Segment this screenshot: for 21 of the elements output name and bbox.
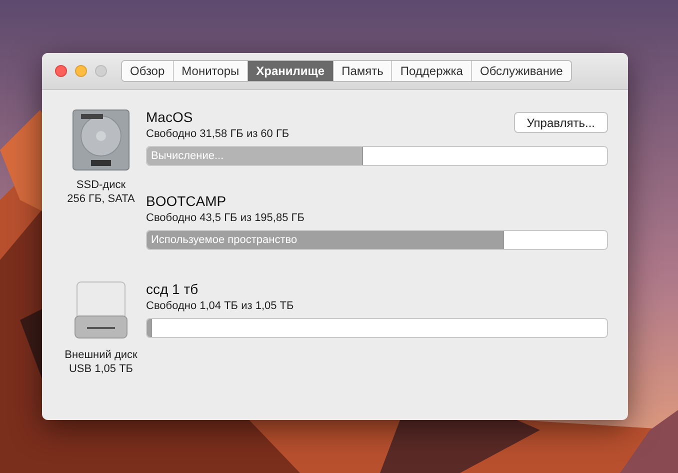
volume-name: MacOS (146, 108, 194, 126)
tab[interactable]: Обзор (122, 61, 173, 81)
disk-label: USB 1,05 ТБ (68, 362, 134, 376)
tab[interactable]: Хранилище (247, 61, 333, 81)
tab[interactable]: Обслуживание (470, 61, 571, 81)
minimize-button[interactable] (75, 65, 87, 77)
bar-label: Используемое пространство (150, 234, 298, 246)
manage-button[interactable]: Управлять... (514, 112, 608, 133)
free-space-text: Свободно 43,5 ГБ из 195,85 ГБ (146, 211, 304, 226)
disk-label: Внешний диск (64, 348, 138, 362)
volume-name: ссд 1 тб (146, 280, 200, 298)
bar-label: Вычисление... (150, 150, 224, 162)
tab[interactable]: Память (332, 61, 392, 81)
free-space-text: Свободно 1,04 ТБ из 1,05 ТБ (146, 299, 294, 314)
free-space-text: Свободно 31,58 ГБ из 60 ГБ (146, 127, 290, 142)
disk-label: 256 ГБ, SATA (67, 192, 135, 206)
tab[interactable]: Поддержка (391, 61, 471, 81)
tab[interactable]: Мониторы (172, 61, 248, 81)
volume-name: BOOTCAMP (146, 192, 228, 210)
close-button[interactable] (55, 65, 67, 77)
disk-label: SSD-диск (75, 178, 127, 192)
